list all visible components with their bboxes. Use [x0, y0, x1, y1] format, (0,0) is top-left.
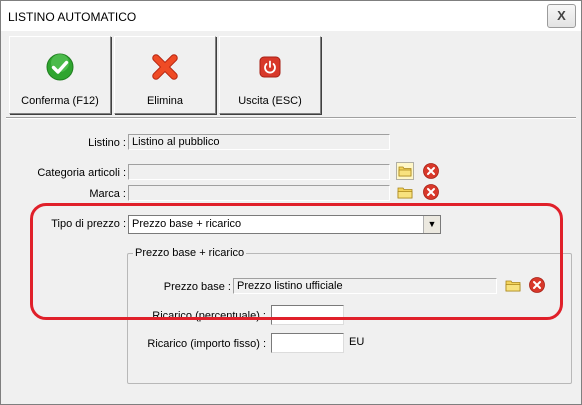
red-highlight-annotation: [30, 203, 563, 320]
categoria-browse-folder-icon[interactable]: [396, 162, 414, 180]
marca-browse-folder-icon[interactable]: [396, 183, 414, 201]
toolbar-separator: [6, 117, 576, 119]
confirm-button-label: Conferma (F12): [21, 95, 99, 107]
categoria-clear-icon[interactable]: [422, 162, 440, 180]
ricarico-fisso-label: Ricarico (importo fisso) :: [147, 338, 266, 350]
ricarico-fisso-input[interactable]: [271, 333, 344, 353]
listino-label: Listino :: [88, 137, 126, 149]
delete-x-icon: [152, 54, 178, 80]
marca-label: Marca :: [89, 188, 126, 200]
exit-button[interactable]: Uscita (ESC): [219, 36, 321, 114]
listino-window: LISTINO AUTOMATICO X Conferma (F12) Elim…: [0, 0, 582, 405]
categoria-field[interactable]: [128, 164, 390, 180]
confirm-button[interactable]: Conferma (F12): [9, 36, 111, 114]
ricarico-fisso-unit: EU: [349, 336, 365, 348]
listino-field: Listino al pubblico: [128, 134, 390, 150]
close-window-button[interactable]: X: [547, 4, 576, 28]
close-icon: X: [557, 8, 566, 23]
marca-field[interactable]: [128, 185, 390, 201]
categoria-label: Categoria articoli :: [37, 167, 126, 179]
title-bar: LISTINO AUTOMATICO X: [1, 1, 581, 31]
confirm-check-icon: [46, 53, 74, 81]
exit-power-icon: [259, 56, 281, 78]
delete-button-label: Elimina: [146, 95, 184, 107]
exit-button-label: Uscita (ESC): [238, 95, 302, 107]
window-title: LISTINO AUTOMATICO: [8, 10, 137, 24]
delete-button[interactable]: Elimina: [114, 36, 216, 114]
marca-clear-icon[interactable]: [422, 183, 440, 201]
